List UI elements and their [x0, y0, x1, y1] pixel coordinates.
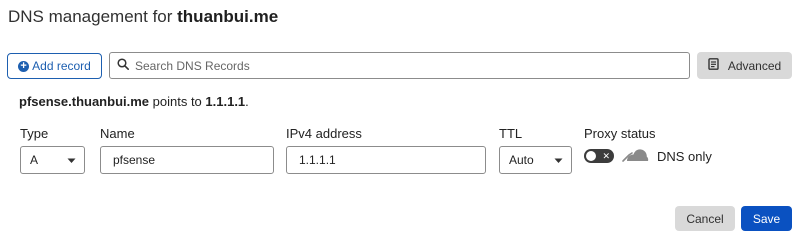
name-input[interactable]: pfsense	[100, 146, 274, 174]
ttl-label: TTL	[499, 126, 523, 141]
ipv4-label: IPv4 address	[286, 126, 362, 141]
search-input[interactable]	[135, 58, 675, 73]
advanced-label: Advanced	[727, 58, 782, 73]
ttl-value: Auto	[509, 153, 534, 167]
plus-circle-icon: +	[18, 60, 30, 72]
page-title-domain: thuanbui.me	[177, 7, 279, 26]
save-label: Save	[752, 211, 781, 226]
proxy-status-value: DNS only	[657, 149, 712, 164]
ttl-select[interactable]: Auto	[499, 146, 572, 174]
chevron-down-icon	[554, 153, 563, 167]
type-label: Type	[20, 126, 49, 141]
close-icon: ✕	[602, 151, 610, 161]
type-select[interactable]: A	[20, 146, 85, 174]
toggle-knob	[586, 151, 596, 161]
page-title-prefix: DNS management for	[8, 7, 173, 26]
search-icon	[117, 57, 129, 75]
name-label: Name	[100, 126, 135, 141]
page-title: DNS management for thuanbui.me	[8, 7, 278, 27]
document-icon	[708, 58, 719, 73]
add-record-label: Add record	[32, 59, 91, 73]
summary-target: 1.1.1.1	[205, 94, 246, 109]
summary-end: .	[245, 94, 249, 109]
summary-middle: points to	[149, 94, 206, 109]
add-record-button[interactable]: + Add record	[7, 53, 102, 79]
type-value: A	[30, 153, 39, 167]
save-button[interactable]: Save	[741, 206, 792, 231]
proxy-toggle[interactable]: ✕	[584, 149, 614, 163]
ipv4-input[interactable]: 1.1.1.1	[286, 146, 486, 174]
summary-host: pfsense.thuanbui.me	[19, 94, 150, 109]
cloud-icon	[621, 145, 649, 168]
search-box[interactable]	[109, 52, 690, 79]
cancel-label: Cancel	[686, 211, 724, 226]
advanced-button[interactable]: Advanced	[697, 52, 792, 79]
chevron-down-icon	[67, 153, 76, 167]
cancel-button[interactable]: Cancel	[675, 206, 735, 231]
proxy-status-label: Proxy status	[584, 126, 656, 141]
record-summary: pfsense.thuanbui.me points to 1.1.1.1.	[19, 94, 249, 109]
name-value: pfsense	[113, 153, 156, 167]
ipv4-value: 1.1.1.1	[299, 153, 336, 167]
